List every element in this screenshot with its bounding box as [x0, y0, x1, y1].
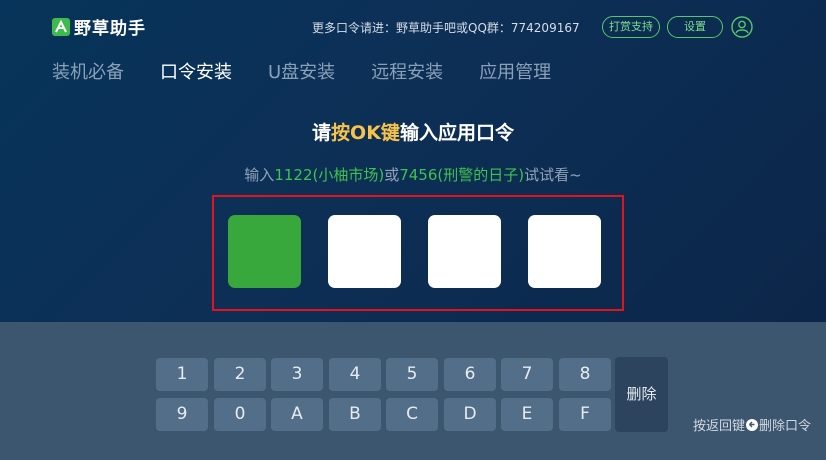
app-name: 野草助手 [74, 19, 146, 39]
tab-remote-install[interactable]: 远程安装 [371, 58, 443, 84]
delete-key[interactable]: 删除 [615, 357, 668, 432]
tip-button[interactable]: 打赏支持 [602, 16, 660, 38]
app-logo: 野草助手 [52, 14, 146, 39]
key-7[interactable]: 7 [501, 358, 553, 391]
main-nav: 装机必备 口令安装 U盘安装 远程安装 应用管理 [52, 58, 587, 84]
code-slot-1[interactable] [228, 215, 301, 288]
keypad-panel [0, 322, 826, 460]
title-suffix: 输入应用口令 [399, 122, 514, 144]
key-c[interactable]: C [386, 398, 438, 431]
qq-group-text: 更多口令请进：野草助手吧或QQ群：774209167 [312, 21, 580, 35]
header: 野草助手 更多口令请进：野草助手吧或QQ群：774209167 打赏支持 设置 [0, 0, 826, 52]
key-2[interactable]: 2 [214, 358, 266, 391]
hint-suffix: 试试看~ [524, 166, 582, 184]
key-1[interactable]: 1 [156, 358, 208, 391]
code-slot-3[interactable] [428, 215, 501, 288]
page-title: 请按OK键输入应用口令 [0, 118, 826, 145]
key-b[interactable]: B [329, 398, 381, 431]
key-3[interactable]: 3 [271, 358, 323, 391]
leaf-logo-icon [52, 17, 70, 36]
title-prefix: 请 [312, 122, 332, 144]
hint-code-2: 7456(刑警的日子) [399, 166, 525, 184]
key-6[interactable]: 6 [444, 358, 496, 391]
tab-usb-install[interactable]: U盘安装 [268, 58, 335, 84]
code-slot-4[interactable] [528, 215, 601, 288]
key-5[interactable]: 5 [386, 358, 438, 391]
title-ok-highlight: 按OK键 [331, 122, 400, 144]
tab-app-manage[interactable]: 应用管理 [479, 58, 551, 84]
hint-prefix: 输入 [244, 166, 275, 184]
code-slot-2[interactable] [328, 215, 401, 288]
user-icon[interactable] [731, 16, 753, 38]
hint-mid: 或 [384, 166, 400, 184]
tab-code-install[interactable]: 口令安装 [160, 58, 232, 84]
key-d[interactable]: D [444, 398, 496, 431]
key-f[interactable]: F [559, 398, 611, 431]
key-e[interactable]: E [501, 398, 553, 431]
key-4[interactable]: 4 [329, 358, 381, 391]
hint-code-1: 1122(小柚市场) [274, 166, 385, 184]
back-hint-prefix: 按返回键 [693, 419, 746, 434]
code-hint: 输入1122(小柚市场)或7456(刑警的日子)试试看~ [0, 164, 826, 185]
back-key-hint: 按返回键 删除口令 [693, 415, 811, 434]
settings-button[interactable]: 设置 [667, 16, 723, 38]
back-arrow-icon [746, 418, 759, 431]
back-hint-suffix: 删除口令 [759, 419, 812, 434]
key-9[interactable]: 9 [156, 398, 208, 431]
key-0[interactable]: 0 [214, 398, 266, 431]
key-a[interactable]: A [271, 398, 323, 431]
key-8[interactable]: 8 [559, 358, 611, 391]
tab-essentials[interactable]: 装机必备 [52, 58, 124, 84]
